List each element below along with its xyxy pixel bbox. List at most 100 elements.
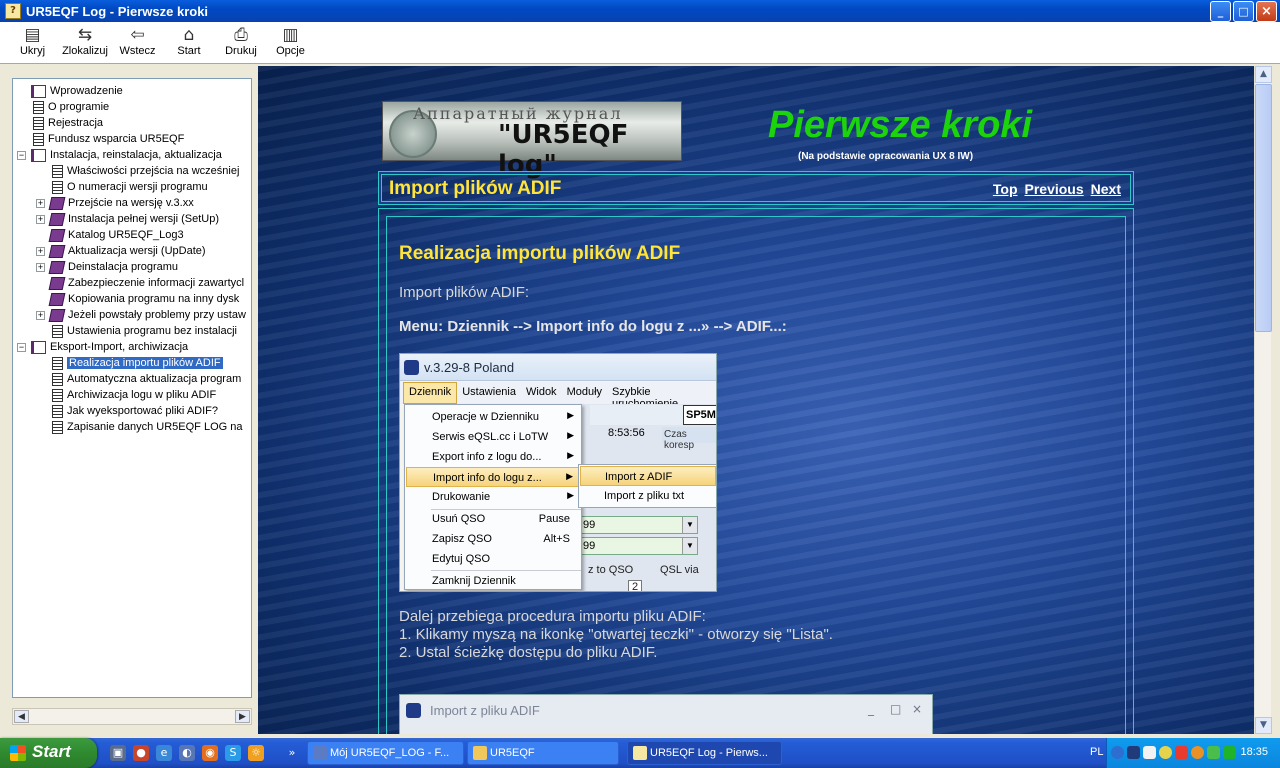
scroll-left-icon[interactable]: ◀ xyxy=(14,710,29,723)
page-heading: Pierwsze kroki xyxy=(768,104,1033,146)
menu-dziennik: Dziennik xyxy=(403,382,458,404)
page-icon xyxy=(52,372,63,386)
tree-item-fundusz[interactable]: Fundusz wsparcia UR5EQF xyxy=(17,131,184,147)
skype-icon[interactable]: S xyxy=(225,745,241,761)
tree-item-zabezpieczenie[interactable]: Zabezpieczenie informacji zawartycl xyxy=(36,275,244,291)
task-help-window[interactable]: UR5EQF Log - Pierws... xyxy=(627,741,782,765)
submenu-arrow-icon: ▶ xyxy=(567,450,574,460)
tree-item-wprowadzenie[interactable]: Wprowadzenie xyxy=(17,83,123,99)
task-moj-ur5eqf[interactable]: Mój UR5EQF_LOG - F... xyxy=(307,741,464,765)
close-button[interactable]: × xyxy=(1256,1,1277,22)
tree-item-update[interactable]: + Aktualizacja wersji (UpDate) xyxy=(36,243,206,259)
page-icon xyxy=(52,388,63,402)
submenu-arrow-icon: ▶ xyxy=(567,430,574,440)
banner-logo: Аппаратный журнал "UR5EQF log" xyxy=(382,101,682,180)
tray-face-icon[interactable] xyxy=(1159,746,1172,759)
tree-item-eksport-adif[interactable]: Jak wyeksportować pliki ADIF? xyxy=(36,403,218,419)
locate-button[interactable]: ⇆ Zlokalizuj xyxy=(57,22,113,63)
scroll-up-icon[interactable]: ▲ xyxy=(1255,66,1272,83)
back-button[interactable]: ⇦ Wstecz xyxy=(113,22,162,63)
tree-item-deinstalacja[interactable]: + Deinstalacja programu xyxy=(36,259,178,275)
tree-item-setup[interactable]: + Instalacja pełnej wersji (SetUp) xyxy=(36,211,219,227)
tree-item-katalog[interactable]: Katalog UR5EQF_Log3 xyxy=(36,227,184,243)
back-arrow-icon: ⇦ xyxy=(130,25,145,45)
menu-item-edytuj: Edytuj QSO xyxy=(432,553,491,565)
tree-item-zapisanie[interactable]: Zapisanie danych UR5EQF LOG na xyxy=(36,419,242,435)
collapse-icon[interactable]: − xyxy=(17,342,26,352)
show-desktop-icon[interactable]: ▣ xyxy=(110,745,126,761)
media-player-icon[interactable]: ● xyxy=(133,745,149,761)
hide-button[interactable]: ▤ Ukryj xyxy=(8,22,57,63)
tray-cloud-icon[interactable] xyxy=(1143,746,1156,759)
start-button[interactable]: Start xyxy=(0,738,97,768)
menu-path-text: Menu: Dziennik --> Import info do logu z… xyxy=(399,318,787,335)
next-link[interactable]: Next xyxy=(1091,181,1121,197)
tree-item-automatyczna[interactable]: Automatyczna aktualizacja program xyxy=(36,371,241,387)
tray-alert-icon[interactable] xyxy=(1175,746,1188,759)
tree-item-o-programie[interactable]: O programie xyxy=(17,99,109,115)
expand-icon[interactable]: + xyxy=(36,198,45,208)
tray-signal-icon[interactable] xyxy=(1223,746,1236,759)
tree-item-rejestracja[interactable]: Rejestracja xyxy=(17,115,103,131)
top-link[interactable]: Top xyxy=(993,181,1018,197)
clock[interactable]: 18:35 xyxy=(1240,746,1268,758)
screenshot-menubar: Dziennik Ustawienia Widok Moduły Szybkie… xyxy=(400,382,716,410)
expand-icon[interactable]: + xyxy=(36,214,45,224)
menu-item-usun: Usuń QSO Pause xyxy=(432,513,570,525)
tree-item-archiwizacja[interactable]: Archiwizacja logu w pliku ADIF xyxy=(36,387,216,403)
app-icon xyxy=(313,746,327,760)
language-indicator[interactable]: PL xyxy=(1090,746,1103,758)
tray-network-icon[interactable] xyxy=(1207,746,1220,759)
step-2: 2. Ustal ścieżkę dostępu do pliku ADIF. xyxy=(399,644,658,661)
page-icon xyxy=(52,324,63,338)
home-button[interactable]: ⌂ Start xyxy=(162,22,216,63)
czas-label: Czas koresp xyxy=(662,427,716,451)
screenshot-bottom-row: z to QSO QSL via 2 xyxy=(580,562,716,591)
scroll-right-icon[interactable]: ▶ xyxy=(235,710,250,723)
tree-item-wlasciwosci[interactable]: Właściwości przejścia na wcześniej xyxy=(36,163,239,179)
tree-item-import-adif[interactable]: Realizacja importu plików ADIF xyxy=(36,355,223,371)
book-icon xyxy=(48,228,66,242)
tray-sun-icon[interactable] xyxy=(1191,746,1204,759)
expand-icon[interactable]: + xyxy=(36,246,45,256)
book-icon xyxy=(48,212,66,226)
tree-item-numeracja[interactable]: O numeracji wersji programu xyxy=(36,179,208,195)
print-button[interactable]: ⎙ Drukuj xyxy=(216,22,266,63)
tree-item-problemy[interactable]: + Jeżeli powstały problemy przy ustaw xyxy=(36,307,246,323)
maximize-button[interactable]: □ xyxy=(1233,1,1254,22)
combo-field-1: 99 ▼ xyxy=(580,516,698,534)
home-icon: ⌂ xyxy=(183,25,195,45)
expand-icon[interactable]: + xyxy=(36,310,45,320)
taskbar: Start ▣ ● e ◐ ◉ S ☼ » Mój UR5EQF_LOG - F… xyxy=(0,738,1280,768)
help-toolbar: ▤ Ukryj ⇆ Zlokalizuj ⇦ Wstecz ⌂ Start ⎙ … xyxy=(0,22,1280,64)
tree-horizontal-scrollbar[interactable]: ◀ ▶ xyxy=(12,708,252,725)
options-button[interactable]: ▥ Opcje xyxy=(266,22,315,63)
minimize-button[interactable]: _ xyxy=(1210,1,1231,22)
expand-icon[interactable]: + xyxy=(36,262,45,272)
tray-back-icon[interactable] xyxy=(1111,746,1124,759)
quicklaunch-more-icon[interactable]: » xyxy=(284,745,300,761)
previous-link[interactable]: Previous xyxy=(1025,181,1084,197)
sun-icon[interactable]: ☼ xyxy=(248,745,264,761)
tree-item-kopiowanie[interactable]: Kopiowania programu na inny dysk xyxy=(36,291,239,307)
firefox-icon[interactable]: ◉ xyxy=(202,745,218,761)
quicklaunch-icon[interactable]: ◐ xyxy=(179,745,195,761)
collapse-icon[interactable]: − xyxy=(17,150,26,160)
hide-icon: ▤ xyxy=(24,25,41,45)
content-vertical-scrollbar[interactable]: ▲ ▼ xyxy=(1254,66,1272,734)
tree-item-przejscie[interactable]: + Przejście na wersję v.3.xx xyxy=(36,195,194,211)
internet-explorer-icon[interactable]: e xyxy=(156,745,172,761)
tray-app-icon[interactable] xyxy=(1127,746,1140,759)
task-ur5eqf-folder[interactable]: UR5EQF xyxy=(467,741,619,765)
scroll-down-icon[interactable]: ▼ xyxy=(1255,717,1272,734)
tree-item-instalacja[interactable]: − Instalacja, reinstalacja, aktualizacja xyxy=(17,147,222,163)
topic-navigation: Top Previous Next xyxy=(993,181,1121,197)
menu-moduly: Moduły xyxy=(566,386,603,398)
submenu-arrow-icon: ▶ xyxy=(567,410,574,420)
title-bar: ? UR5EQF Log - Pierwsze kroki _ □ × xyxy=(0,0,1280,22)
tree-item-bez-instalacji[interactable]: Ustawienia programu bez instalacji xyxy=(36,323,237,339)
tree-item-eksport-import[interactable]: − Eksport-Import, archiwizacja xyxy=(17,339,188,355)
dropdown-arrow-icon: ▼ xyxy=(682,517,697,533)
callsign-field: SP5M xyxy=(683,405,716,425)
scroll-thumb[interactable] xyxy=(1255,84,1272,332)
